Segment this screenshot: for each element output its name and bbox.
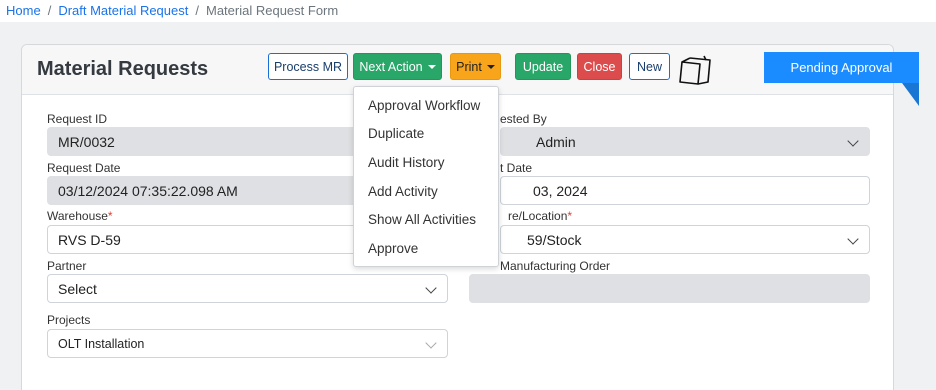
update-button[interactable]: Update [515, 53, 571, 80]
start-date-label: t Date [500, 161, 533, 175]
next-action-dropdown-menu: Approval Workflow Duplicate Audit Histor… [353, 86, 499, 267]
store-location-label: re/Location* [508, 209, 572, 223]
partner-select[interactable]: Select [47, 274, 448, 303]
store-location-value: 59/Stock [527, 232, 582, 248]
status-ribbon: Pending Approval [764, 52, 919, 83]
breadcrumb-home-link[interactable]: Home [6, 3, 41, 18]
breadcrumb: Home / Draft Material Request / Material Req… [0, 0, 936, 22]
menu-item-approve[interactable]: Approve [354, 234, 498, 263]
caret-down-icon [427, 64, 436, 69]
next-action-label: Next Action [359, 59, 423, 74]
requested-by-select[interactable]: Admin [500, 127, 870, 156]
projects-select-value: OLT Installation [58, 337, 145, 351]
menu-item-add-activity[interactable]: Add Activity [354, 177, 498, 206]
process-mr-button[interactable]: Process MR [268, 53, 348, 80]
print-button[interactable]: Print [450, 53, 501, 80]
menu-item-show-all-activities[interactable]: Show All Activities [354, 205, 498, 234]
ribbon-fold [902, 83, 919, 106]
projects-label: Projects [47, 313, 91, 327]
partner-label: Partner [47, 259, 87, 273]
chevron-down-icon [847, 233, 859, 245]
partner-select-value: Select [58, 281, 97, 297]
new-button[interactable]: New [629, 53, 670, 80]
next-action-button[interactable]: Next Action [353, 53, 442, 80]
breadcrumb-separator: / [195, 3, 199, 18]
caret-down-icon [486, 64, 495, 69]
projects-select[interactable]: OLT Installation [47, 329, 448, 358]
chevron-down-icon [847, 135, 859, 147]
breadcrumb-current: Material Request Form [206, 3, 339, 18]
manufacturing-order-field [469, 274, 870, 303]
warehouse-label-text: Warehouse [47, 209, 108, 223]
menu-item-duplicate[interactable]: Duplicate [354, 120, 498, 149]
required-marker: * [567, 209, 573, 223]
breadcrumb-draft-link[interactable]: Draft Material Request [58, 3, 188, 18]
menu-item-approval-workflow[interactable]: Approval Workflow [354, 91, 498, 120]
requested-by-value: Admin [536, 134, 576, 150]
start-date-field[interactable]: 03, 2024 [500, 176, 870, 205]
required-marker: * [107, 209, 113, 223]
store-location-label-text: re/Location [508, 209, 568, 223]
print-label: Print [456, 59, 482, 74]
close-button[interactable]: Close [577, 53, 622, 80]
request-id-label: Request ID [47, 112, 108, 126]
breadcrumb-separator: / [47, 3, 52, 18]
menu-item-audit-history[interactable]: Audit History [354, 148, 498, 177]
request-date-label: Request Date [47, 161, 121, 175]
sticky-note-icon[interactable] [678, 54, 712, 86]
page-title: Material Requests [37, 58, 209, 80]
requested-by-label: ested By [500, 112, 547, 126]
store-location-select[interactable]: 59/Stock [500, 225, 870, 254]
chevron-down-icon [425, 337, 437, 349]
manufacturing-order-label: Manufacturing Order [500, 259, 611, 273]
warehouse-label: Warehouse* [47, 209, 113, 223]
chevron-down-icon [425, 282, 437, 294]
